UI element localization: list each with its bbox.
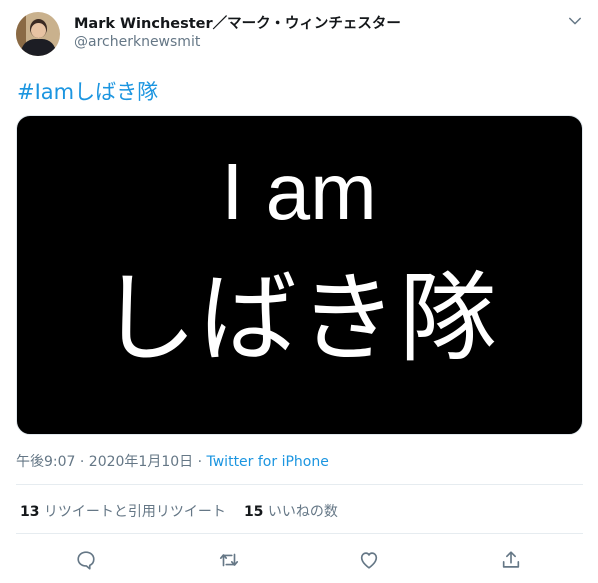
share-icon[interactable] (500, 549, 522, 571)
tweet-timestamp[interactable]: 午後9:07 · 2020年1月10日 · (16, 454, 207, 470)
likes-stat[interactable]: 15 いいねの数 (244, 504, 338, 520)
hashtag-link[interactable]: #Iamしばき隊 (17, 76, 158, 106)
divider (16, 484, 583, 485)
retweets-label: リツイートと引用リツイート (39, 504, 225, 520)
media-text-line2: しばき隊 (0, 270, 598, 368)
tweet-actions (0, 546, 598, 576)
avatar-body (21, 39, 56, 56)
tweet-meta: 午後9:07 · 2020年1月10日 · Twitter for iPhone (16, 451, 329, 471)
retweets-count: 13 (20, 504, 39, 520)
chevron-down-icon[interactable] (566, 12, 584, 30)
media-text-line1: I am (0, 152, 598, 232)
likes-label: いいねの数 (263, 504, 337, 520)
heart-icon[interactable] (358, 549, 380, 571)
reply-icon[interactable] (75, 549, 97, 571)
author-handle[interactable]: @archerknewsmit (74, 34, 200, 50)
retweet-icon[interactable] (218, 549, 240, 571)
author-display-name[interactable]: Mark Winchester／マーク・ウィンチェスター (74, 12, 401, 33)
retweets-stat[interactable]: 13 リツイートと引用リツイート (20, 504, 226, 520)
tweet-source-link[interactable]: Twitter for iPhone (207, 454, 329, 470)
tweet-stats: 13 リツイートと引用リツイート 15 いいねの数 (20, 501, 356, 521)
likes-count: 15 (244, 504, 263, 520)
avatar[interactable] (16, 12, 60, 56)
divider (16, 533, 583, 534)
tweet-card: Mark Winchester／マーク・ウィンチェスター @archerknew… (0, 0, 598, 583)
avatar-face (31, 23, 46, 38)
